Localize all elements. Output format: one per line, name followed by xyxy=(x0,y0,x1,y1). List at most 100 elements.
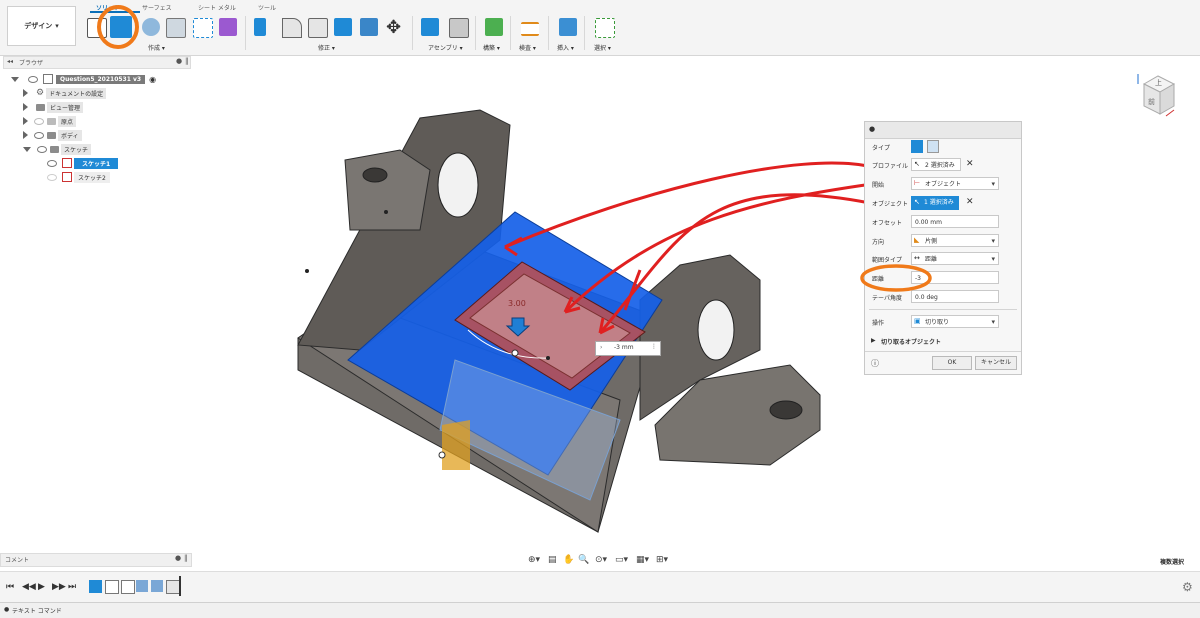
group-select[interactable]: 選択 ▾ xyxy=(594,43,611,52)
insert-image-icon[interactable] xyxy=(559,18,577,36)
look-at-icon[interactable]: ▤ xyxy=(548,555,557,565)
chevron-down-icon: ▾ xyxy=(55,22,59,30)
ok-button[interactable]: OK xyxy=(932,356,972,370)
row-cut-objects[interactable]: ▶ 切り取るオブジェクト xyxy=(865,333,1021,349)
expand-arrow-icon[interactable] xyxy=(23,103,28,111)
timeline-chamfer-icon[interactable] xyxy=(166,580,180,594)
timeline-sketch-icon[interactable] xyxy=(89,580,102,593)
expand-arrow-icon[interactable] xyxy=(23,117,28,125)
display-settings-icon[interactable]: ▭▾ xyxy=(615,555,628,565)
timeline-extrude2-icon[interactable] xyxy=(151,580,163,592)
pan-icon[interactable]: ✋ xyxy=(563,555,574,565)
group-inspect[interactable]: 検査 ▾ xyxy=(519,43,536,52)
eye-icon[interactable] xyxy=(37,145,47,153)
gear-icon: ⚙ xyxy=(36,88,45,98)
fit-icon[interactable]: ⊙▾ xyxy=(595,555,607,565)
radio-icon[interactable]: ◉ xyxy=(149,75,156,84)
tree-item-views[interactable]: ビュー管理 xyxy=(23,100,191,114)
tab-sheet-metal[interactable]: シート メタル xyxy=(198,3,236,12)
tree-label-selected: スケッチ1 xyxy=(74,157,119,169)
move-icon[interactable]: ✥ xyxy=(386,17,401,38)
timeline-marker[interactable] xyxy=(179,576,181,596)
group-assemble[interactable]: アセンブリ ▾ xyxy=(428,43,463,52)
tree-item-document-settings[interactable]: ⚙ ドキュメントの設定 xyxy=(23,86,191,100)
expand-arrow-icon[interactable]: ▶ xyxy=(871,337,876,344)
play-icon[interactable]: ▶ xyxy=(38,582,45,592)
group-modify-label: 修正 xyxy=(318,45,331,52)
type-thin-icon[interactable] xyxy=(927,140,939,153)
operation-dropdown[interactable]: 切り取り xyxy=(911,315,999,329)
press-pull-icon[interactable] xyxy=(254,18,266,36)
manipulator-handle[interactable] xyxy=(511,349,519,357)
first-frame-icon[interactable]: ⏮ xyxy=(6,582,14,592)
cancel-button[interactable]: キャンセル xyxy=(975,356,1017,370)
close-icon[interactable]: ✕ xyxy=(966,159,974,169)
revolve-icon[interactable] xyxy=(142,18,160,36)
start-dropdown[interactable]: オブジェクト xyxy=(911,177,999,191)
offset-input[interactable]: 0.00 mm xyxy=(911,215,999,228)
design-workspace-button[interactable]: デザイン ▾ xyxy=(7,6,76,46)
shell-icon[interactable] xyxy=(334,18,352,36)
eye-icon[interactable] xyxy=(28,75,38,83)
collapse-arrow-icon[interactable] xyxy=(11,76,19,82)
tree-item-origin[interactable]: 原点 xyxy=(23,114,191,128)
view-cube[interactable]: 上 前 xyxy=(1136,70,1178,120)
text-command-label[interactable]: テキスト コマンド xyxy=(12,606,62,615)
eye-icon[interactable] xyxy=(34,131,44,139)
viewports-icon[interactable]: ⊞▾ xyxy=(656,555,668,565)
tab-surface[interactable]: サーフェス xyxy=(142,3,172,12)
timeline-feature-icon[interactable] xyxy=(105,580,119,594)
expand-arrow-icon[interactable] xyxy=(23,131,28,139)
new-component-icon[interactable] xyxy=(421,18,439,36)
distance-input-overlay[interactable]: › -3 mm ⋮ xyxy=(595,341,661,356)
joint-icon[interactable] xyxy=(449,18,469,38)
group-create[interactable]: 作成 ▾ xyxy=(148,43,165,52)
pin-icon[interactable]: ● xyxy=(175,554,181,562)
sweep-icon[interactable] xyxy=(166,18,186,38)
zoom-icon[interactable]: 🔍 xyxy=(578,555,589,565)
next-frame-icon[interactable]: ▶▶ xyxy=(52,582,66,592)
chamfer-icon[interactable] xyxy=(308,18,328,38)
eye-hidden-icon[interactable] xyxy=(47,173,57,181)
collapse-arrow-icon[interactable] xyxy=(23,146,31,152)
group-construct-label: 構築 xyxy=(483,45,496,52)
timeline-sketch2-icon[interactable] xyxy=(121,580,135,594)
measure-icon[interactable] xyxy=(521,22,539,36)
grid-icon[interactable]: ▦▾ xyxy=(636,555,649,565)
close-icon[interactable]: ✕ xyxy=(966,197,974,207)
comment-label: コメント xyxy=(5,557,30,564)
eye-hidden-icon[interactable] xyxy=(34,117,44,125)
row-object: オブジェクト 1 選択済み ↖ ✕ xyxy=(865,195,1021,211)
direction-dropdown[interactable]: 片側 xyxy=(911,234,999,248)
eye-icon[interactable] xyxy=(47,159,57,167)
expand-arrow-icon[interactable] xyxy=(23,89,28,97)
orbit-icon[interactable]: ⊕▾ xyxy=(528,555,540,565)
tab-tools[interactable]: ツール xyxy=(258,3,276,12)
prev-frame-icon[interactable]: ◀◀ xyxy=(22,582,36,592)
tree-item-sketches[interactable]: スケッチ xyxy=(23,142,191,156)
group-insert[interactable]: 挿入 ▾ xyxy=(557,43,574,52)
gear-icon[interactable]: ⚙ xyxy=(1182,580,1193,594)
expand-icon[interactable]: ‖ xyxy=(185,57,189,65)
tree-item-sketch2[interactable]: スケッチ2 xyxy=(47,170,191,184)
last-frame-icon[interactable]: ⏭ xyxy=(68,582,76,592)
group-modify[interactable]: 修正 ▾ xyxy=(318,43,335,52)
form-icon[interactable] xyxy=(219,18,237,36)
object-value: 1 選択済み xyxy=(924,199,954,206)
type-solid-icon[interactable] xyxy=(911,140,923,153)
tree-item-bodies[interactable]: ボディ xyxy=(23,128,191,142)
menu-dots-icon[interactable]: ⋮ xyxy=(651,343,657,350)
pin-icon[interactable]: ● xyxy=(176,57,182,65)
info-icon[interactable]: ⓘ xyxy=(871,358,879,369)
timeline-extrude-icon[interactable] xyxy=(136,580,148,592)
select-icon[interactable] xyxy=(595,18,615,38)
tree-item-sketch1[interactable]: スケッチ1 xyxy=(47,156,191,170)
offset-plane-icon[interactable] xyxy=(485,18,503,36)
expand-icon[interactable]: ‖ xyxy=(184,554,188,562)
fillet-icon[interactable] xyxy=(282,18,302,38)
group-construct[interactable]: 構築 ▾ xyxy=(483,43,500,52)
tree-root[interactable]: Question5_20210531 v3 ◉ xyxy=(11,72,191,86)
collapse-icon[interactable]: ◂◂ xyxy=(7,58,13,65)
combine-icon[interactable] xyxy=(360,18,378,36)
construct-point-icon[interactable] xyxy=(193,18,213,38)
